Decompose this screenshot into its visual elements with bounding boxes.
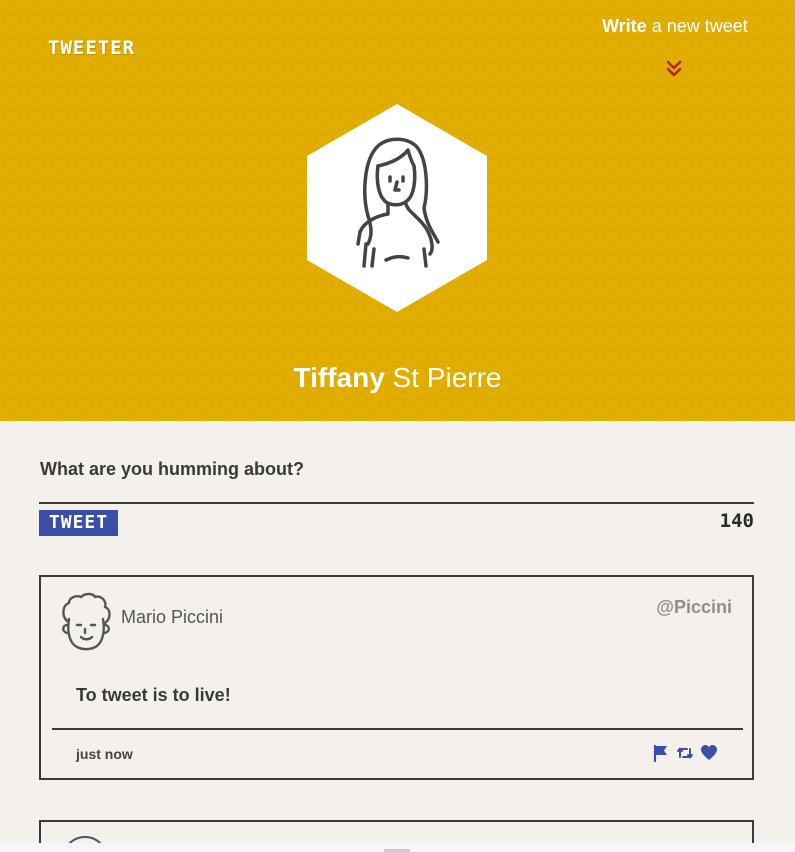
profile-header: TWEETER Write a new tweet Tiffany St Pie…	[0, 0, 795, 421]
tweet-timestamp: just now	[76, 746, 133, 762]
flag-icon[interactable]	[652, 744, 670, 762]
tweet-submit-button[interactable]: TWEET	[39, 510, 118, 536]
tweet-author-handle[interactable]: @Piccini	[656, 597, 732, 618]
tweet-author-name[interactable]: Mario Piccini	[121, 607, 223, 628]
tweet-actions	[652, 743, 718, 763]
tweet-text: To tweet is to live!	[76, 685, 231, 705]
profile-name: Tiffany St Pierre	[0, 362, 795, 394]
heart-icon[interactable]	[700, 744, 718, 762]
compose-link-rest: a new tweet	[646, 16, 748, 36]
profile-first-name: Tiffany	[293, 362, 385, 393]
retweet-icon[interactable]	[676, 744, 694, 762]
double-chevron-down-icon[interactable]	[663, 58, 685, 80]
write-new-tweet-link[interactable]: Write a new tweet	[602, 16, 748, 37]
tweet-divider	[52, 728, 743, 730]
tweet-card: Mario Piccini @Piccini To tweet is to li…	[39, 575, 754, 780]
character-counter: 140	[719, 510, 754, 532]
composer-divider	[39, 502, 754, 504]
composer-prompt[interactable]: What are you humming about?	[40, 459, 304, 480]
profile-avatar	[307, 104, 487, 312]
profile-last-name: St Pierre	[384, 362, 502, 393]
app-logo[interactable]: TWEETER	[48, 37, 135, 59]
compose-link-bold: Write	[602, 16, 647, 36]
tweet-author-avatar	[62, 592, 111, 651]
